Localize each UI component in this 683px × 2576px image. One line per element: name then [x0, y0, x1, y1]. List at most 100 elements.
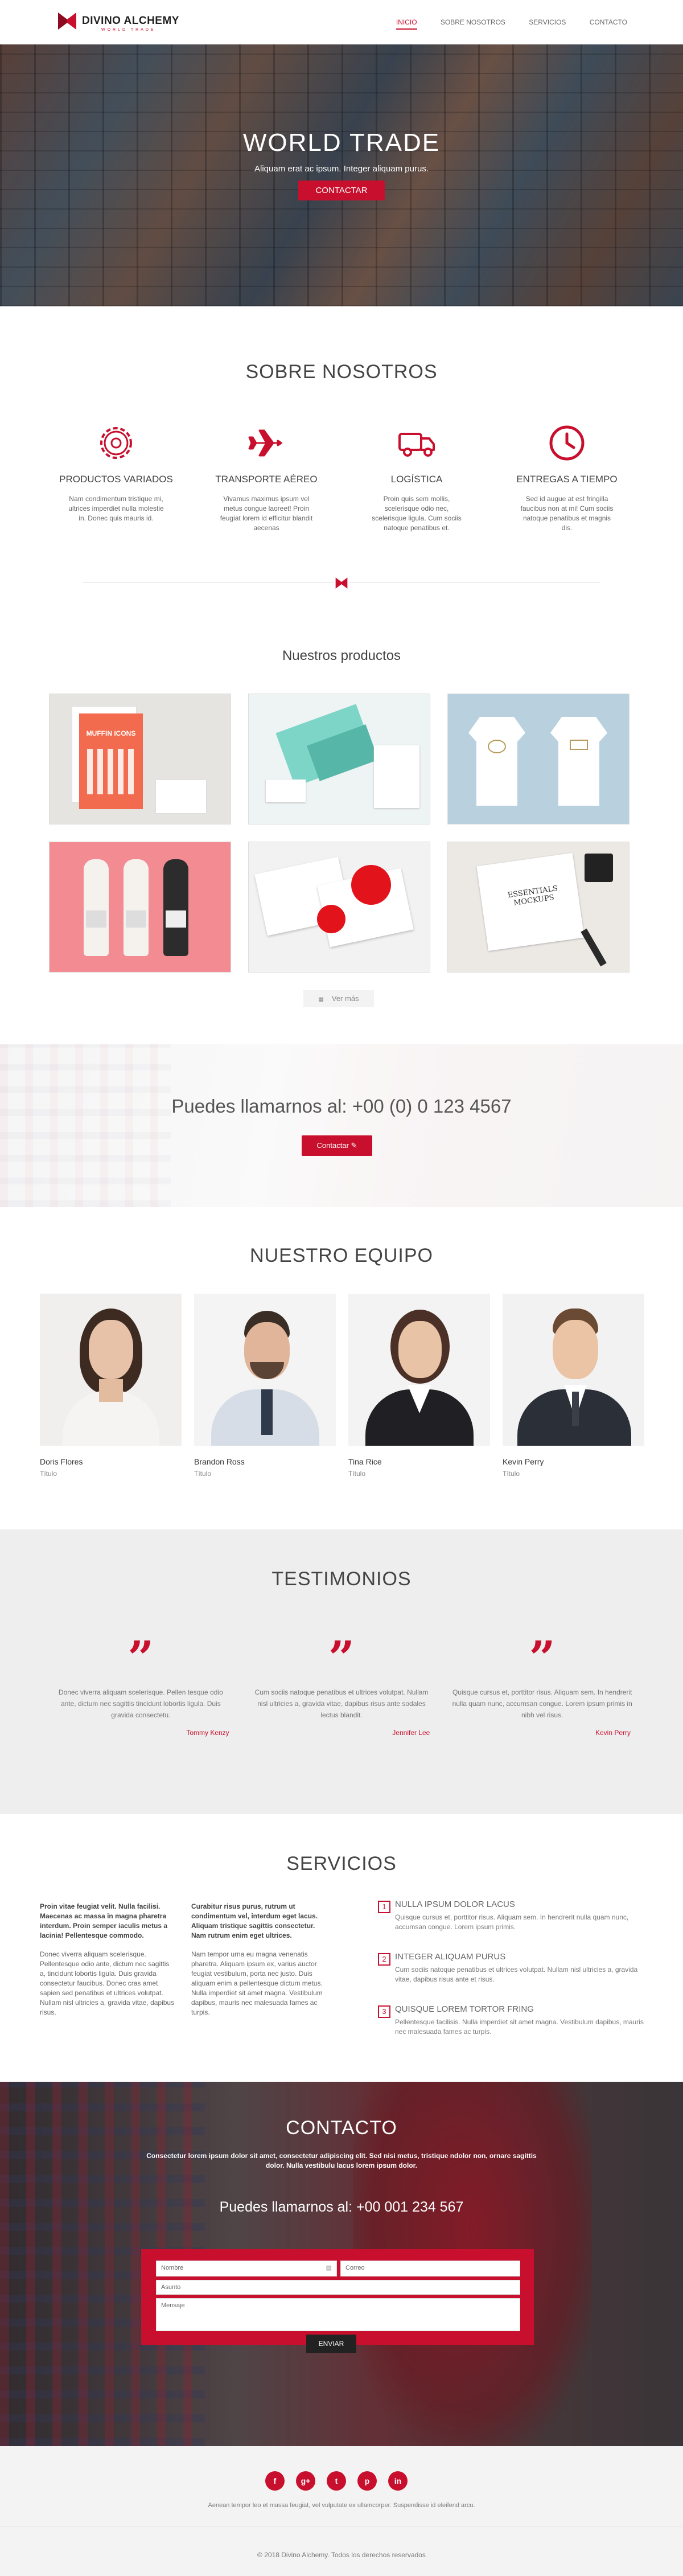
feature-text: Nam condimentum tristique mi, ultrices i… [68, 495, 164, 522]
nav-item-servicios[interactable]: SERVICIOS [529, 18, 566, 28]
testimonial-text: Donec viverra aliquam scelerisque. Pelle… [58, 1688, 223, 1719]
hero-banner: WORLD TRADE Aliquam erat ac ipsum. Integ… [0, 44, 683, 306]
team-title: NUESTRO EQUIPO [250, 1245, 433, 1266]
service-text: Pellentesque facilisis. Nulla imperdiet … [395, 2018, 644, 2036]
airplane-icon [248, 429, 282, 457]
contact-phone: Puedes llamarnos al: +00 001 234 567 [219, 2199, 464, 2215]
testimonial-item: ” Quisque cursus et, porttitor risus. Al… [447, 1632, 637, 1737]
member-photo [348, 1294, 490, 1446]
call-us-text: Puedes llamarnos al: +00 (0) 0 123 4567 [171, 1096, 512, 1117]
member-photo [194, 1294, 336, 1446]
email-field[interactable]: Correo [340, 2261, 520, 2276]
product-card[interactable] [49, 842, 231, 973]
service-item: 3 QUISQUE LOREM TORTOR FRING Pellentesqu… [378, 2004, 645, 2037]
main-nav: INICIO SOBRE NOSOTROS SERVICIOS CONTACTO [375, 18, 627, 30]
service-text: Quisque cursus et, porttitor risus. Aliq… [395, 1913, 629, 1931]
truck-icon [398, 433, 435, 457]
services-lead-text: Curabitur risus purus, rutrum ut condime… [191, 1902, 318, 1939]
nav-item-sobre-nosotros[interactable]: SOBRE NOSOTROS [441, 18, 505, 28]
site-footer: f g+ t p in Aenean tempor leo et massa f… [0, 2446, 683, 2576]
team-member[interactable]: Brandon Ross Título [194, 1294, 336, 1478]
nav-item-contacto[interactable]: CONTACTO [590, 18, 627, 28]
member-role: Título [194, 1470, 212, 1478]
product-caption: MUFFIN ICONS [86, 729, 136, 737]
service-number: 3 [378, 2005, 390, 2018]
feature-item: LOGÍSTICA Proin quis sem mollis, sceleri… [342, 420, 492, 533]
member-photo [40, 1294, 182, 1446]
brand-name: DIVINO ALCHEMY [82, 15, 179, 27]
quote-icon: ” [328, 1631, 355, 1684]
clock-icon [549, 425, 585, 461]
contact-card-icon: ▤ [326, 2265, 332, 2271]
services-section: SERVICIOS Proin vitae feugiat velit. Nul… [0, 1814, 683, 2082]
message-field[interactable]: Mensaje [156, 2298, 520, 2331]
about-section: SOBRE NOSOTROS PRODUCTOS VARIADOS Nam co… [0, 306, 683, 625]
team-member[interactable]: Doris Flores Título [40, 1294, 182, 1478]
send-button[interactable]: ENVIAR [306, 2335, 356, 2353]
testimonials-title: TESTIMONIOS [271, 1568, 412, 1590]
feature-item: PRODUCTOS VARIADOS Nam condimentum trist… [41, 420, 191, 533]
member-name: Brandon Ross [194, 1457, 245, 1466]
pencil-icon: ✎ [351, 1141, 357, 1150]
grid-icon: ▦ [318, 996, 324, 1003]
feature-text: Sed id augue at est fringilla faucibus n… [520, 495, 614, 532]
call-us-button-label: Contactar [316, 1141, 349, 1150]
product-card[interactable] [248, 694, 430, 825]
testimonial-text: Cum sociis natoque penatibus et ultrices… [254, 1688, 429, 1719]
service-number: 1 [378, 1901, 390, 1913]
products-title: Nuestros productos [282, 648, 401, 663]
hero-contact-button[interactable]: CONTACTAR [298, 181, 385, 200]
hero-subtitle: Aliquam erat ac ipsum. Integer aliquam p… [254, 164, 429, 174]
gear-icon [100, 427, 132, 459]
feature-text: Proin quis sem mollis, scelerisque odio … [372, 495, 462, 532]
services-text-column: Proin vitae feugiat velit. Nulla facilis… [40, 1902, 176, 2027]
product-card[interactable]: ESSENTIALS MOCKUPS [447, 842, 629, 973]
see-more-button[interactable]: ▦ Ver más [303, 990, 374, 1007]
nav-item-inicio[interactable]: INICIO [396, 18, 417, 30]
testimonial-item: ” Donec viverra aliquam scelerisque. Pel… [46, 1632, 236, 1737]
product-card[interactable] [248, 842, 430, 973]
brand-logo[interactable]: DIVINO ALCHEMY WORLD TRADE [57, 10, 194, 35]
contact-form: Nombre ▤ Correo Asunto Mensaje ENVIAR [141, 2249, 534, 2353]
feature-text: Vivamus maximus ipsum vel metus congue l… [220, 495, 313, 532]
testimonial-text: Quisque cursus et, porttitor risus. Aliq… [452, 1688, 632, 1719]
divider-logo-icon [334, 577, 349, 589]
twitter-icon[interactable]: t [327, 2471, 346, 2491]
team-member[interactable]: Kevin Perry Título [503, 1294, 644, 1478]
logo-mark-icon [58, 13, 76, 30]
call-us-contact-button[interactable]: Contactar ✎ [302, 1135, 372, 1156]
member-name: Doris Flores [40, 1457, 83, 1466]
contact-section: CONTACTO Consectetur lorem ipsum dolor s… [0, 2082, 683, 2446]
member-photo [503, 1294, 644, 1446]
subject-field[interactable]: Asunto [156, 2280, 520, 2295]
pinterest-icon[interactable]: p [357, 2471, 377, 2491]
product-card[interactable]: MUFFIN ICONS [49, 694, 231, 825]
linkedin-icon[interactable]: in [388, 2471, 408, 2491]
product-card[interactable] [447, 694, 629, 825]
banner-overlay [0, 1044, 683, 1207]
quote-icon: ” [529, 1631, 556, 1684]
products-section: Nuestros productos MUFFIN ICONS ESSENTIA… [0, 625, 683, 1044]
facebook-icon[interactable]: f [265, 2471, 285, 2491]
service-text: Cum sociis natoque penatibus et ultrices… [395, 1966, 638, 1983]
member-role: Título [40, 1470, 57, 1478]
feature-item: TRANSPORTE AÉREO Vivamus maximus ipsum v… [191, 420, 342, 533]
brand-tagline: WORLD TRADE [101, 28, 156, 32]
member-role: Título [503, 1470, 520, 1478]
site-header: DIVINO ALCHEMY WORLD TRADE INICIO SOBRE … [0, 0, 683, 44]
service-title: NULLA IPSUM DOLOR LACUS [395, 1900, 515, 1909]
service-number: 2 [378, 1953, 390, 1966]
name-placeholder: Nombre [161, 2265, 184, 2271]
testimonial-author: Jennifer Lee [392, 1729, 430, 1737]
feature-title: ENTREGAS A TIEMPO [516, 474, 618, 485]
services-body-text: Donec viverra aliquam scelerisque. Pelle… [40, 1950, 175, 2016]
subject-placeholder: Asunto [161, 2284, 181, 2291]
feature-title: TRANSPORTE AÉREO [215, 474, 318, 485]
google-plus-icon[interactable]: g+ [296, 2471, 315, 2491]
services-body-text: Nam tempor urna eu magna venenatis phare… [191, 1950, 323, 2016]
feature-item: ENTREGAS A TIEMPO Sed id augue at est fr… [492, 420, 642, 533]
member-name: Kevin Perry [503, 1457, 544, 1466]
team-member[interactable]: Tina Rice Título [348, 1294, 490, 1478]
social-links: f g+ t p in [265, 2471, 408, 2491]
name-field[interactable]: Nombre ▤ [156, 2261, 337, 2276]
